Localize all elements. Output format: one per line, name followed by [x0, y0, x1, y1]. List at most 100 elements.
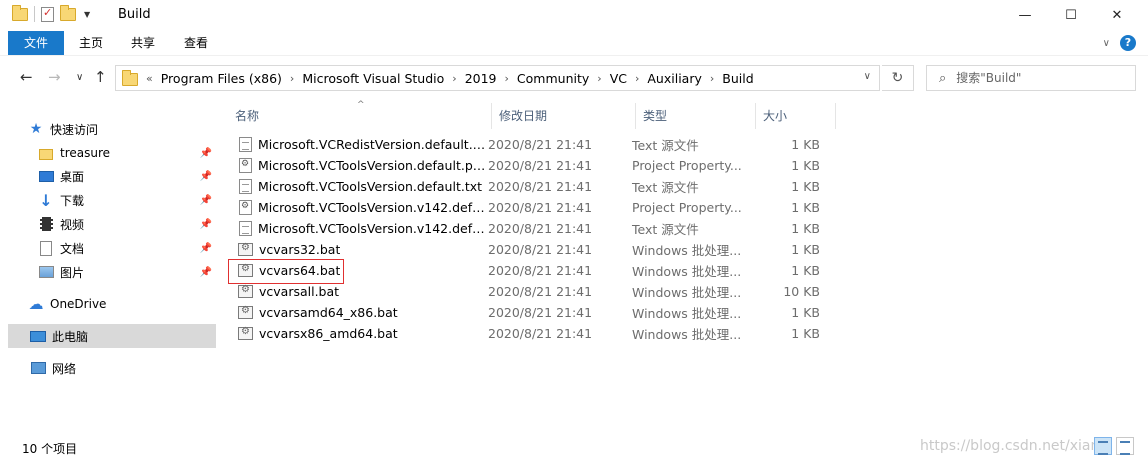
sidebar-item-onedrive[interactable]: ☁ OneDrive	[28, 292, 216, 316]
file-type: Text 源文件	[632, 180, 699, 195]
table-row[interactable]: vcvars32.bat 2020/8/21 21:41 Windows 批处理…	[230, 239, 836, 260]
large-icons-view-icon[interactable]	[1116, 437, 1134, 455]
breadcrumb-separator[interactable]: ›	[290, 72, 294, 85]
sidebar-item-label: 快速访问	[50, 122, 99, 137]
up-arrow-icon[interactable]: ↑	[94, 68, 107, 86]
maximize-button[interactable]: ☐	[1048, 0, 1094, 31]
file-type: Project Property...	[632, 158, 742, 173]
window-title: Build	[118, 7, 151, 22]
table-row[interactable]: Microsoft.VCToolsVersion.v142.defau... 2…	[230, 197, 836, 218]
column-header-date[interactable]: 修改日期	[492, 103, 636, 129]
customize-toolbar-dropdown-icon[interactable]: ▼	[84, 10, 90, 19]
breadcrumb-separator[interactable]: ›	[597, 72, 601, 85]
pin-icon[interactable]: 📌	[200, 267, 212, 278]
breadcrumb-vc[interactable]: VC	[610, 71, 627, 86]
sidebar-item-label: OneDrive	[50, 297, 107, 311]
breadcrumb-separator[interactable]: ›	[710, 72, 714, 85]
breadcrumb-auxiliary[interactable]: Auxiliary	[647, 71, 702, 86]
watermark-text: https://blog.csdn.net/xian	[920, 438, 1100, 454]
tab-view[interactable]: 查看	[172, 31, 220, 55]
column-header-type[interactable]: 类型	[636, 103, 756, 129]
expand-ribbon-chevron-icon[interactable]: ∨	[1103, 38, 1110, 49]
title-bar: ▼ Build — ☐ ✕	[0, 0, 1148, 31]
breadcrumb-program-files[interactable]: Program Files (x86)	[161, 71, 282, 86]
file-size: 1 KB	[791, 305, 820, 320]
sidebar-item-label: 文档	[60, 241, 85, 256]
file-name: Microsoft.VCToolsVersion.default.pr...	[258, 158, 486, 173]
new-folder-icon[interactable]	[60, 4, 76, 21]
file-name: vcvarsx86_amd64.bat	[259, 326, 398, 341]
sidebar-item-downloads[interactable]: ↓ 下载 📌	[38, 188, 216, 212]
file-type: Windows 批处理...	[632, 306, 742, 321]
pin-icon[interactable]: 📌	[200, 219, 212, 230]
sidebar-item-documents[interactable]: 文档 📌	[38, 236, 216, 260]
status-bar: 10 个项目 https://blog.csdn.net/xian	[0, 432, 1148, 466]
table-row[interactable]: Microsoft.VCToolsVersion.v142.defau... 2…	[230, 218, 836, 239]
breadcrumb-visual-studio[interactable]: Microsoft Visual Studio	[302, 71, 444, 86]
table-row[interactable]: Microsoft.VCToolsVersion.default.txt 202…	[230, 176, 836, 197]
ribbon-tabs: 文件 主页 共享 查看 ∨ ?	[0, 31, 1148, 55]
file-size: 1 KB	[791, 179, 820, 194]
recent-locations-chevron-icon[interactable]: ∨	[76, 72, 83, 83]
table-row[interactable]: vcvarsx86_amd64.bat 2020/8/21 21:41 Wind…	[230, 323, 836, 344]
film-icon	[39, 217, 53, 231]
pin-icon[interactable]: 📌	[200, 148, 212, 159]
minimize-button[interactable]: —	[1002, 0, 1048, 31]
breadcrumb-build[interactable]: Build	[722, 71, 753, 86]
breadcrumb-separator[interactable]: ›	[505, 72, 509, 85]
sidebar-item-this-pc[interactable]: 此电脑	[8, 324, 216, 348]
tab-share[interactable]: 共享	[120, 31, 166, 55]
tab-file[interactable]: 文件	[8, 31, 64, 55]
table-row[interactable]: Microsoft.VCRedistVersion.default.txt 20…	[230, 134, 836, 155]
file-date: 2020/8/21 21:41	[488, 326, 593, 341]
sidebar-item-network[interactable]: 网络	[30, 356, 216, 380]
file-date: 2020/8/21 21:41	[488, 263, 593, 278]
forward-arrow-icon[interactable]: →	[48, 68, 61, 86]
breadcrumb-overflow[interactable]: «	[146, 72, 153, 85]
table-row[interactable]: Microsoft.VCToolsVersion.default.pr... 2…	[230, 155, 836, 176]
breadcrumb-2019[interactable]: 2019	[465, 71, 497, 86]
details-view-icon[interactable]	[1094, 437, 1112, 455]
tab-home[interactable]: 主页	[68, 31, 114, 55]
sidebar-item-treasure[interactable]: treasure 📌	[38, 141, 216, 165]
breadcrumb-community[interactable]: Community	[517, 71, 589, 86]
file-date: 2020/8/21 21:41	[488, 179, 593, 194]
pin-icon[interactable]: 📌	[200, 171, 212, 182]
pin-icon[interactable]: 📌	[200, 243, 212, 254]
properties-icon[interactable]	[41, 6, 54, 22]
column-header-name[interactable]: 名称	[228, 103, 492, 129]
table-row[interactable]: vcvarsall.bat 2020/8/21 21:41 Windows 批处…	[230, 281, 836, 302]
sidebar-item-videos[interactable]: 视频 📌	[38, 212, 216, 236]
file-size: 1 KB	[791, 137, 820, 152]
pin-icon[interactable]: 📌	[200, 195, 212, 206]
address-bar[interactable]: « Program Files (x86) › Microsoft Visual…	[115, 65, 880, 91]
close-button[interactable]: ✕	[1094, 0, 1140, 31]
property-file-icon	[239, 158, 252, 173]
search-box[interactable]: ⌕	[926, 65, 1136, 91]
sidebar-item-label: 图片	[60, 265, 85, 280]
file-size: 1 KB	[791, 200, 820, 215]
item-count: 10 个项目	[22, 442, 78, 456]
file-type: Windows 批处理...	[632, 243, 742, 258]
sidebar-item-label: 此电脑	[52, 329, 89, 344]
address-dropdown-icon[interactable]: ∨	[864, 71, 871, 82]
file-type: Project Property...	[632, 200, 742, 215]
file-date: 2020/8/21 21:41	[488, 221, 593, 236]
breadcrumb-separator[interactable]: ›	[635, 72, 639, 85]
table-row[interactable]: vcvarsamd64_x86.bat 2020/8/21 21:41 Wind…	[230, 302, 836, 323]
sidebar-item-label: 桌面	[60, 169, 85, 184]
table-row-highlighted[interactable]: vcvars64.bat 2020/8/21 21:41 Windows 批处理…	[228, 259, 836, 284]
search-input[interactable]	[956, 71, 1117, 85]
refresh-icon[interactable]: ↻	[882, 65, 914, 91]
sidebar-item-quick-access[interactable]: ★ 快速访问	[28, 117, 216, 141]
sidebar-item-desktop[interactable]: 桌面 📌	[38, 164, 216, 188]
download-arrow-icon: ↓	[39, 190, 53, 210]
breadcrumb-separator[interactable]: ›	[452, 72, 456, 85]
help-icon[interactable]: ?	[1120, 35, 1136, 51]
sidebar-item-label: 网络	[52, 361, 77, 376]
text-file-icon	[239, 179, 252, 194]
sidebar-item-pictures[interactable]: 图片 📌	[38, 260, 216, 284]
column-header-size[interactable]: 大小	[756, 103, 836, 129]
back-arrow-icon[interactable]: ←	[20, 68, 33, 86]
file-name: vcvars64.bat	[259, 263, 341, 278]
